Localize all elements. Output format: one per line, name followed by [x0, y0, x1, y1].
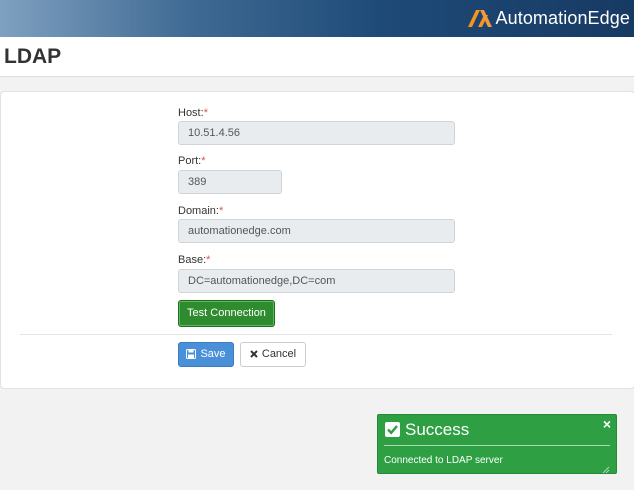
domain-label: Domain:*	[178, 205, 223, 217]
cancel-button[interactable]: Cancel	[240, 342, 306, 367]
top-header-bar: AutomationEdge	[0, 0, 634, 37]
close-icon	[250, 350, 258, 358]
form-divider	[20, 334, 612, 335]
cancel-button-label: Cancel	[261, 348, 297, 360]
port-input[interactable]	[178, 170, 282, 194]
page-title-area: LDAP	[0, 37, 634, 77]
brand-logo[interactable]: AutomationEdge	[466, 5, 631, 31]
save-button[interactable]: Save	[178, 342, 234, 367]
page-title: LDAP	[4, 45, 62, 68]
base-label: Base:*	[178, 254, 210, 266]
required-marker: *	[218, 205, 224, 217]
toast-message: Connected to LDAP server	[384, 455, 503, 466]
resize-grip-icon[interactable]	[602, 461, 610, 474]
port-label-text: Port:	[178, 155, 202, 167]
brand-name: AutomationEdge	[495, 7, 630, 28]
toast-title: Success	[405, 420, 470, 439]
test-connection-button[interactable]: Test Connection	[178, 300, 275, 327]
host-label: Host:*	[178, 107, 208, 119]
toast-separator	[384, 445, 610, 446]
base-label-text: Base:	[178, 254, 207, 266]
host-input[interactable]	[178, 121, 455, 145]
domain-input[interactable]	[178, 219, 455, 243]
check-square-icon	[385, 422, 400, 437]
save-icon	[186, 349, 197, 360]
required-marker: *	[201, 155, 206, 167]
required-marker: *	[203, 107, 208, 119]
domain-label-text: Domain:	[178, 205, 219, 217]
base-input[interactable]	[178, 269, 455, 293]
host-label-text: Host:	[178, 107, 204, 119]
success-toast: Success × Connected to LDAP server	[377, 414, 617, 474]
automationedge-logo-icon	[467, 10, 492, 27]
required-marker: *	[206, 254, 211, 266]
close-icon[interactable]: ×	[603, 417, 611, 431]
save-button-label: Save	[200, 348, 226, 360]
port-label: Port:*	[178, 155, 206, 167]
